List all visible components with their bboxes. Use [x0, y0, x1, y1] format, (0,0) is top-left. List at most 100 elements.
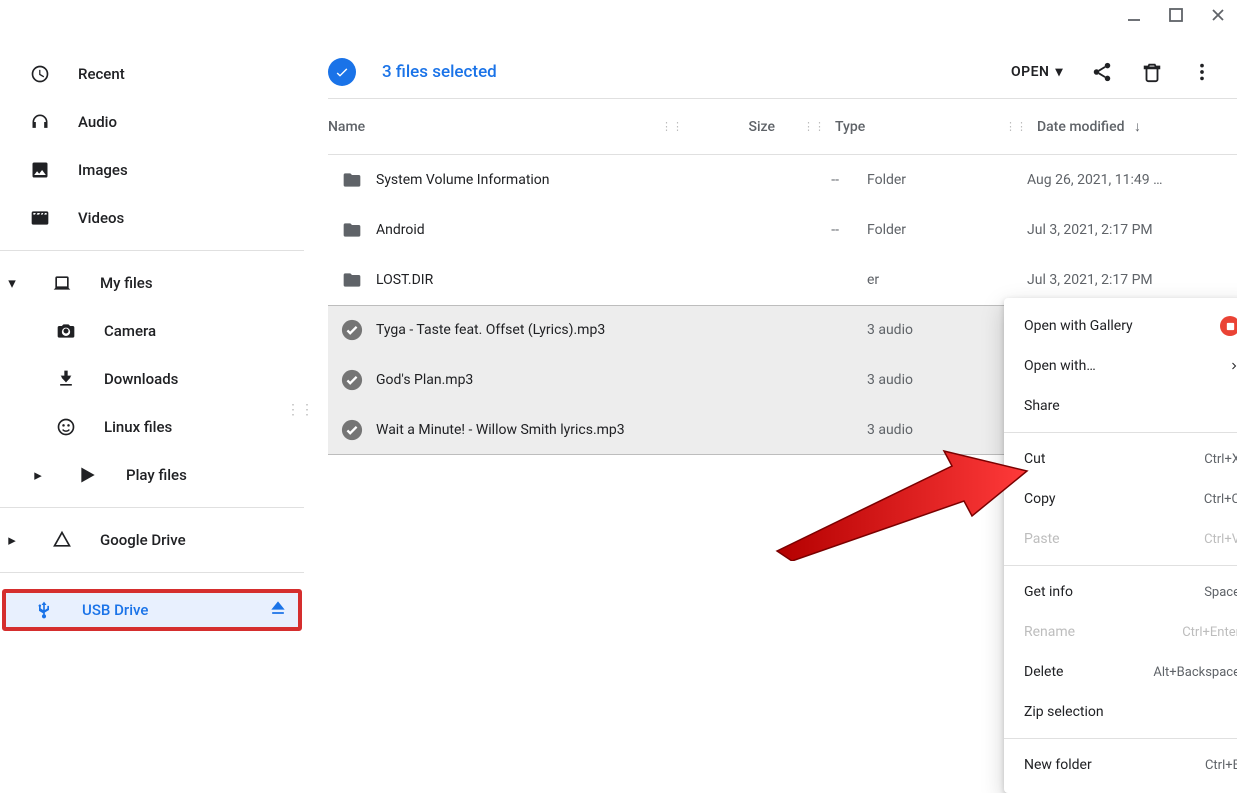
column-date[interactable]: Date modified ↓	[1037, 118, 1237, 135]
more-menu-button[interactable]	[1191, 61, 1213, 83]
menu-separator	[1004, 565, 1237, 566]
sidebar-item-usb[interactable]: ▸ USB Drive	[2, 589, 302, 631]
sidebar-label: Google Drive	[100, 531, 186, 549]
selected-check-icon	[328, 369, 376, 391]
delete-button[interactable]	[1141, 61, 1163, 83]
file-name: Tyga - Taste feat. Offset (Lyrics).mp3	[376, 322, 767, 338]
file-type: 3 audio	[867, 372, 1027, 388]
sidebar-item-linux[interactable]: Linux files	[0, 403, 304, 451]
menu-item-label: Zip selection	[1024, 704, 1104, 720]
menu-shortcut: Alt+Backspace	[1153, 665, 1237, 680]
sidebar-item-gdrive[interactable]: ▸ Google Drive	[0, 516, 304, 564]
menu-item-label: Cut	[1024, 451, 1045, 467]
movie-icon	[30, 208, 50, 228]
menu-shortcut: Ctrl+E	[1205, 758, 1237, 773]
sidebar-item-images[interactable]: Images	[0, 146, 304, 194]
laptop-icon	[52, 273, 72, 293]
file-type: 3 audio	[867, 422, 1027, 438]
open-button[interactable]: OPEN ▾	[1011, 64, 1063, 80]
menu-item-open-with[interactable]: Open with…	[1004, 346, 1237, 386]
share-button[interactable]	[1091, 61, 1113, 83]
file-type: er	[867, 272, 1027, 288]
menu-item-label: Share	[1024, 398, 1060, 414]
file-row[interactable]: Android--FolderJul 3, 2021, 2:17 PM	[328, 205, 1237, 255]
sidebar-divider	[0, 572, 304, 573]
sidebar-label: Linux files	[104, 418, 172, 436]
menu-item-new-folder[interactable]: New folder Ctrl+E	[1004, 745, 1237, 785]
sidebar: Recent Audio Images Videos ▾ My files Ca…	[0, 0, 304, 784]
folder-icon	[328, 170, 376, 190]
chevron-right-icon	[1228, 360, 1237, 372]
column-resize-handle[interactable]: ⋮⋮	[651, 120, 693, 133]
caret-right-icon[interactable]: ▸	[32, 466, 44, 484]
menu-separator	[1004, 738, 1237, 739]
menu-item-cut[interactable]: CutCtrl+X	[1004, 439, 1237, 479]
image-icon	[30, 160, 50, 180]
menu-item-label: Paste	[1024, 531, 1060, 547]
sidebar-item-camera[interactable]: Camera	[0, 307, 304, 355]
column-resize-handle[interactable]: ⋮⋮	[793, 120, 835, 133]
drive-icon	[52, 530, 72, 550]
menu-item-label: New folder	[1024, 757, 1092, 773]
file-type: Folder	[867, 172, 1027, 188]
menu-shortcut: Ctrl+C	[1204, 492, 1237, 507]
sidebar-label: Play files	[126, 466, 187, 484]
menu-shortcut: Space	[1204, 585, 1237, 600]
menu-item-rename: RenameCtrl+Enter	[1004, 612, 1237, 652]
menu-separator	[1004, 432, 1237, 433]
main-content: 3 files selected OPEN ▾ Name ⋮⋮	[304, 0, 1237, 784]
file-name: Wait a Minute! - Willow Smith lyrics.mp3	[376, 422, 767, 438]
column-type[interactable]: Type	[835, 119, 995, 135]
sidebar-item-videos[interactable]: Videos	[0, 194, 304, 242]
column-name[interactable]: Name	[328, 119, 651, 135]
file-type: Folder	[867, 222, 1027, 238]
file-date: Aug 26, 2021, 11:49 …	[1027, 172, 1237, 188]
sidebar-item-downloads[interactable]: Downloads	[0, 355, 304, 403]
menu-item-share[interactable]: Share	[1004, 386, 1237, 426]
menu-item-delete[interactable]: Delete Alt+Backspace	[1004, 652, 1237, 692]
column-size[interactable]: Size	[693, 119, 793, 135]
sort-descending-icon: ↓	[1134, 119, 1141, 135]
caret-right-icon[interactable]: ▸	[6, 531, 18, 549]
sidebar-divider	[0, 250, 304, 251]
caret-down-icon: ▾	[1055, 64, 1063, 80]
gallery-app-icon	[1220, 316, 1237, 336]
sidebar-label: Images	[78, 161, 128, 179]
file-row[interactable]: System Volume Information--FolderAug 26,…	[328, 155, 1237, 205]
menu-item-open-with-gallery[interactable]: Open with Gallery	[1004, 306, 1237, 346]
selected-check-icon	[328, 319, 376, 341]
folder-icon	[328, 270, 376, 290]
file-name: LOST.DIR	[376, 272, 767, 288]
eject-icon[interactable]	[268, 598, 288, 622]
sidebar-label: USB Drive	[82, 601, 148, 619]
headphones-icon	[30, 112, 50, 132]
sidebar-label: Videos	[78, 209, 124, 227]
menu-item-label: Delete	[1024, 664, 1063, 680]
sidebar-item-myfiles[interactable]: ▾ My files	[0, 259, 304, 307]
menu-item-label: Get info	[1024, 584, 1073, 600]
sidebar-divider	[0, 507, 304, 508]
column-resize-handle[interactable]: ⋮⋮	[995, 120, 1037, 133]
open-button-label: OPEN	[1011, 64, 1049, 80]
menu-item-label: Open with Gallery	[1024, 318, 1133, 334]
sidebar-label: Recent	[78, 65, 125, 83]
file-type: 3 audio	[867, 322, 1027, 338]
selection-check-icon[interactable]	[328, 58, 356, 86]
sidebar-item-recent[interactable]: Recent	[0, 50, 304, 98]
sidebar-label: Downloads	[104, 370, 178, 388]
sidebar-label: Camera	[104, 322, 156, 340]
table-header: Name ⋮⋮ Size ⋮⋮ Type ⋮⋮ Date modified ↓	[328, 99, 1237, 155]
sidebar-item-audio[interactable]: Audio	[0, 98, 304, 146]
camera-icon	[56, 321, 76, 341]
menu-item-zip-selection[interactable]: Zip selection	[1004, 692, 1237, 732]
selection-count-text: 3 files selected	[382, 62, 1011, 82]
file-name: Android	[376, 222, 767, 238]
file-size: --	[767, 222, 867, 238]
file-name: System Volume Information	[376, 172, 767, 188]
caret-down-icon[interactable]: ▾	[6, 274, 18, 292]
menu-item-get-info[interactable]: Get info Space	[1004, 572, 1237, 612]
play-icon	[78, 465, 98, 485]
menu-shortcut: Ctrl+V	[1204, 532, 1237, 547]
sidebar-item-playfiles[interactable]: ▸ Play files	[0, 451, 304, 499]
menu-item-copy[interactable]: CopyCtrl+C	[1004, 479, 1237, 519]
